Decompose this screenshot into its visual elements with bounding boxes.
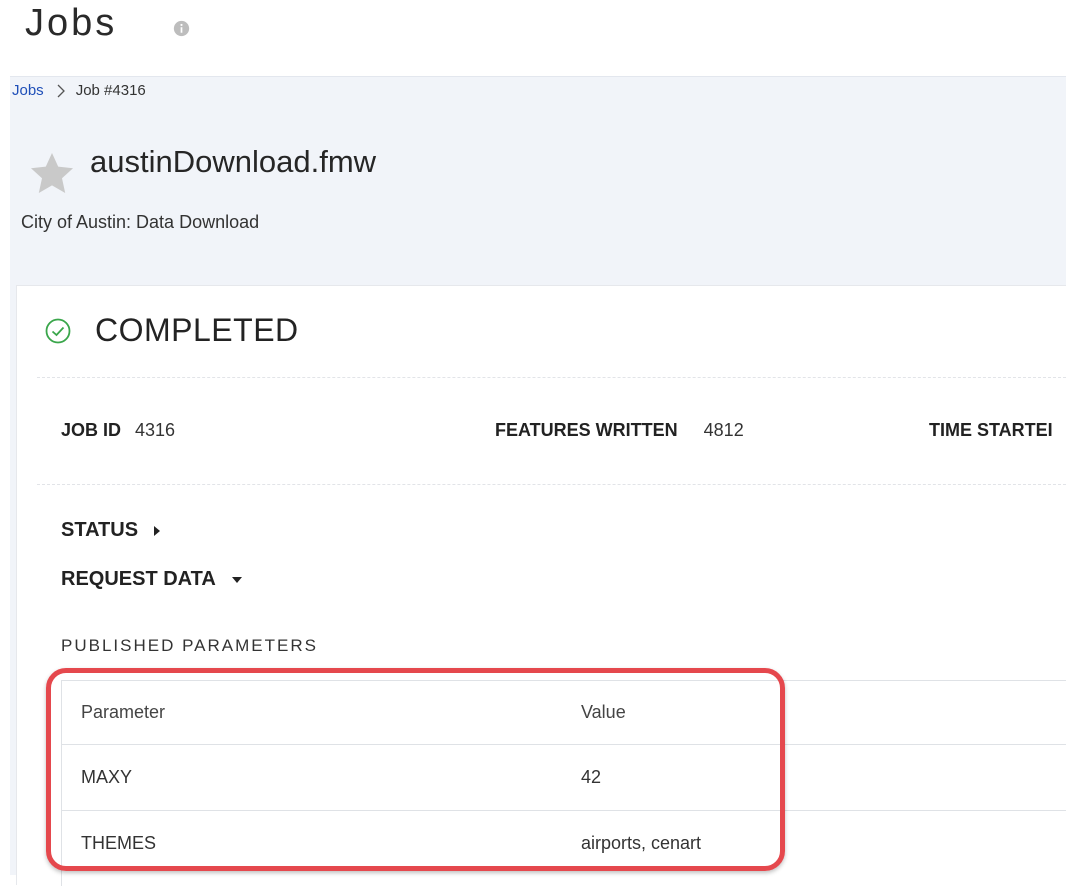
chevron-right-icon [57,84,65,97]
job-status: COMPLETED [45,312,299,349]
request-data-section-toggle[interactable]: REQUEST DATA [61,568,244,591]
job-card: COMPLETED JOB ID 4316 FEATURES WRITTEN 4… [16,285,1066,886]
status-label: COMPLETED [95,312,299,348]
star-icon[interactable] [27,150,77,198]
caret-down-icon [231,576,242,583]
breadcrumb-jobs-link[interactable]: Jobs [12,82,44,99]
page-title: Jobs [25,2,118,44]
table-row: MAXY 42 [61,744,1066,810]
summary-features-written: FEATURES WRITTEN 4812 [495,420,744,440]
parameter-name: MAXY [81,767,133,787]
summary-time-started: TIME STARTEI [929,420,1053,440]
parameter-value: airports, cenart [581,833,702,853]
parameter-value: 42 [581,767,602,787]
column-header-parameter: Parameter [81,702,166,722]
check-circle-icon [45,318,71,343]
published-parameters-heading: PUBLISHED PARAMETERS [61,636,318,655]
summary-job-id: JOB ID 4316 [61,420,176,440]
table-row: THEMES airports, cenart [61,810,1066,876]
parameter-name: THEMES [81,833,157,853]
table-header-row: Parameter Value [61,680,1066,744]
breadcrumb: Jobs Job #4316 [12,82,146,99]
job-detail-panel: Jobs Job #4316 austinDownload.fmw City o… [10,76,1066,886]
published-parameters-table: Parameter Value MAXY 42 THEMES airports,… [61,680,1066,876]
info-icon[interactable] [173,20,190,37]
column-header-value: Value [581,702,626,722]
workspace-description: City of Austin: Data Download [21,212,260,232]
divider [37,484,1066,485]
caret-right-icon [154,525,161,536]
page-header: Jobs [0,0,1066,76]
divider [37,377,1066,378]
status-section-toggle[interactable]: STATUS [61,519,162,542]
workspace-name: austinDownload.fmw [90,144,377,179]
breadcrumb-current: Job #4316 [75,82,146,99]
